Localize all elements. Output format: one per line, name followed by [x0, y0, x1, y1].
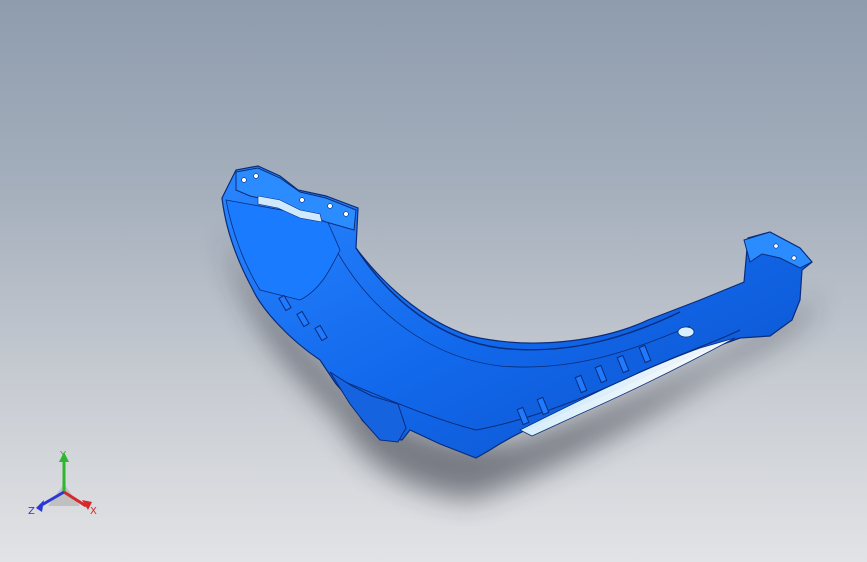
part-oval-hole	[677, 326, 695, 338]
cad-graphics-viewport[interactable]: Y X Z	[0, 0, 867, 562]
axis-triad: Y X Z	[28, 450, 97, 517]
triad-x-label: X	[90, 506, 97, 517]
triad-z-label: Z	[28, 506, 35, 517]
triad-y-label: Y	[59, 450, 67, 461]
cad-part-model[interactable]	[0, 0, 867, 562]
